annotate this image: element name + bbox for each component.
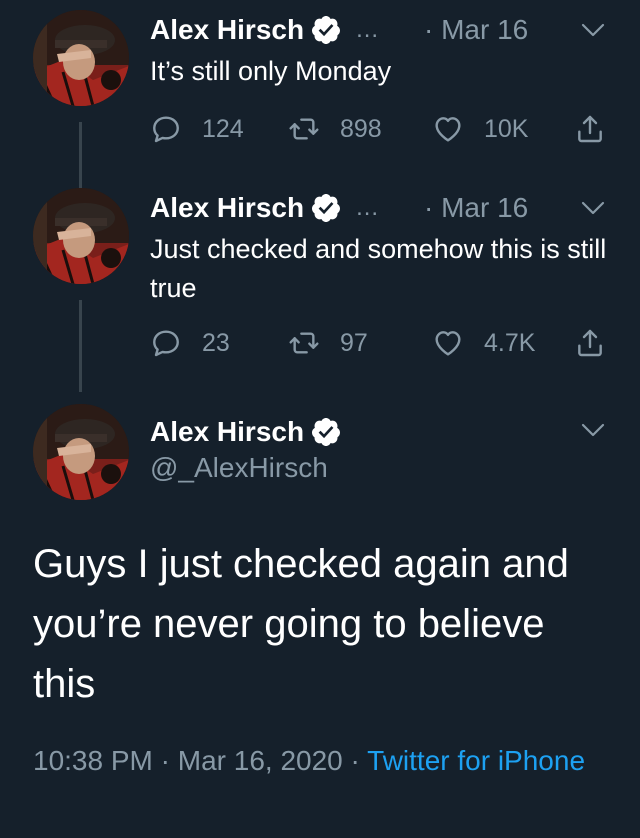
verified-badge-icon <box>310 416 342 448</box>
author-handle[interactable]: @_AlexHirsch <box>150 452 328 484</box>
tweet-meta: 10:38 PM · Mar 16, 2020 · Twitter for iP… <box>33 742 613 780</box>
meta-separator: · <box>342 745 368 776</box>
main-tweet: Alex Hirsch @_AlexHirsch Guys I just che… <box>0 0 640 838</box>
avatar-image <box>33 404 129 500</box>
chevron-down-icon[interactable] <box>578 420 608 440</box>
tweet-time[interactable]: 10:38 PM <box>33 745 153 776</box>
author-name[interactable]: Alex Hirsch <box>150 416 304 448</box>
tweet-header: Alex Hirsch <box>150 412 342 452</box>
tweet-source-link[interactable]: Twitter for iPhone <box>367 745 585 776</box>
meta-separator: · <box>152 745 178 776</box>
tweet-date[interactable]: Mar 16, 2020 <box>178 745 343 776</box>
tweet-text: Guys I just checked again and you’re nev… <box>33 542 569 706</box>
avatar[interactable] <box>33 404 129 500</box>
